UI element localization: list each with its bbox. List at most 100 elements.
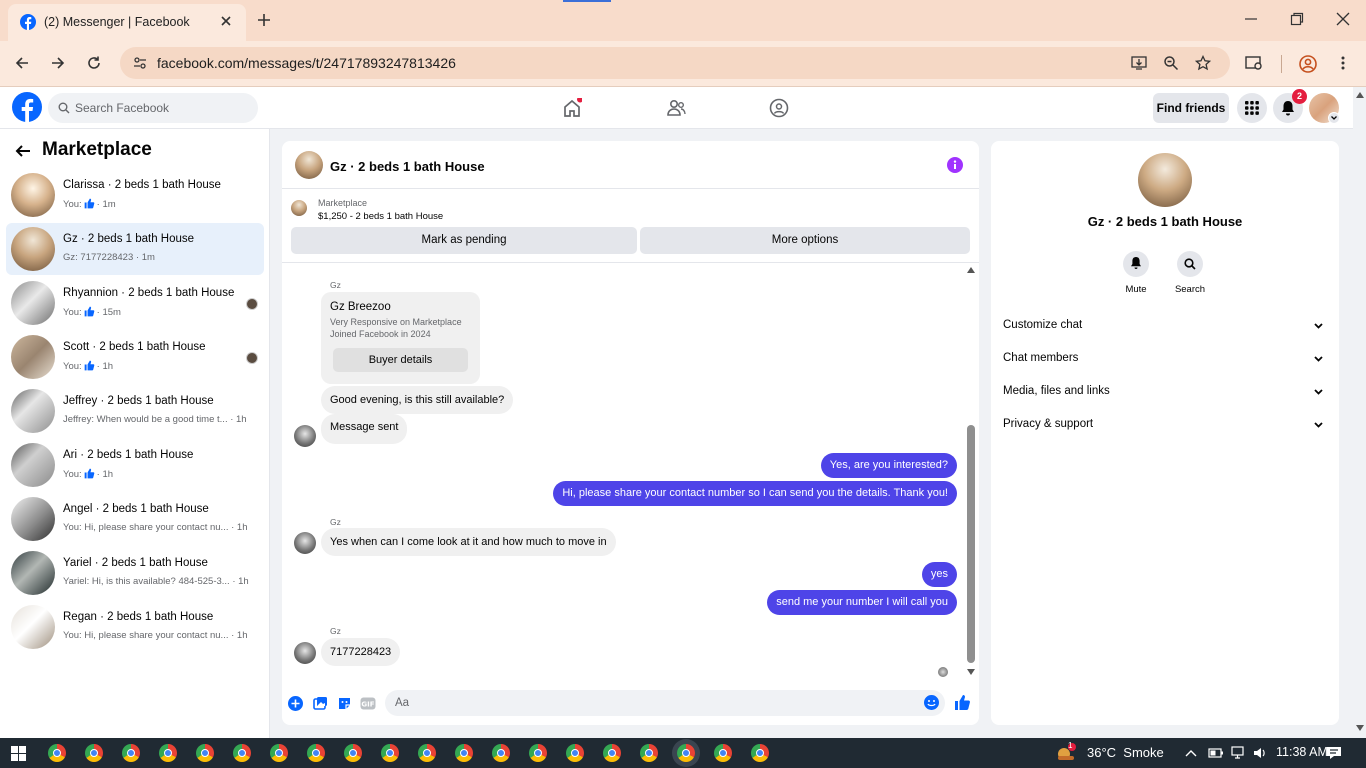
home-icon[interactable] <box>562 98 582 118</box>
chrome-taskbar-icon[interactable] <box>566 744 584 762</box>
search-conversation-button[interactable] <box>1177 251 1203 277</box>
reload-icon[interactable] <box>86 55 102 71</box>
restore-icon[interactable] <box>1290 12 1304 26</box>
bookmark-star-icon[interactable] <box>1195 55 1211 71</box>
chrome-taskbar-icon[interactable] <box>751 744 769 762</box>
chrome-taskbar-icon[interactable] <box>307 744 325 762</box>
conversation-item[interactable]: Angel · 2 beds 1 bath House You: Hi, plea… <box>6 493 264 545</box>
info-section-row[interactable]: Privacy & support <box>1003 415 1328 435</box>
chrome-taskbar-icon[interactable] <box>455 744 473 762</box>
listing-title[interactable]: $1,250 - 2 beds 1 bath House <box>318 211 443 222</box>
mute-button[interactable] <box>1123 251 1149 277</box>
conversation-item[interactable]: Regan · 2 beds 1 bath House You: Hi, plea… <box>6 601 264 653</box>
browser-tab[interactable]: (2) Messenger | Facebook <box>8 4 246 41</box>
forward-arrow-icon[interactable] <box>50 55 66 71</box>
network-icon[interactable] <box>1231 746 1247 760</box>
conversation-item[interactable]: Yariel · 2 beds 1 bath House Yariel: Hi, … <box>6 547 264 599</box>
info-section-row[interactable]: Chat members <box>1003 349 1328 369</box>
message-input[interactable]: Aa <box>385 690 945 716</box>
sticker-icon[interactable] <box>337 696 352 711</box>
chrome-taskbar-icon[interactable] <box>418 744 436 762</box>
friends-icon[interactable] <box>666 98 686 118</box>
more-options-button[interactable]: More options <box>640 227 970 254</box>
photo-icon[interactable] <box>313 696 328 711</box>
avatar[interactable] <box>1309 93 1340 124</box>
chrome-taskbar-icon[interactable] <box>603 744 621 762</box>
battery-icon[interactable] <box>1208 747 1224 759</box>
chrome-taskbar-icon[interactable] <box>270 744 288 762</box>
page-scrollbar[interactable] <box>1353 87 1366 738</box>
mark-as-pending-button[interactable]: Mark as pending <box>291 227 637 254</box>
info-section-row[interactable]: Customize chat <box>1003 316 1328 336</box>
sender-avatar[interactable] <box>294 425 316 447</box>
browser-menu-icon[interactable] <box>1336 55 1350 71</box>
conversation-preview: Jeffrey: When would be a good time t... … <box>63 414 247 425</box>
chrome-taskbar-icon[interactable] <box>196 744 214 762</box>
conversation-item[interactable]: Ari · 2 beds 1 bath House You: · 1h <box>6 439 264 491</box>
close-tab-icon[interactable] <box>218 13 234 29</box>
account-chevron-icon[interactable] <box>1328 112 1340 124</box>
gif-icon[interactable]: GIF <box>360 696 376 711</box>
conversation-item[interactable]: Jeffrey · 2 beds 1 bath House Jeffrey: Wh… <box>6 385 264 437</box>
install-app-icon[interactable] <box>1131 55 1147 71</box>
scrollbar-thumb[interactable] <box>967 425 975 663</box>
weather-icon[interactable] <box>1055 743 1077 763</box>
chrome-taskbar-icon[interactable] <box>677 744 695 762</box>
sender-avatar[interactable] <box>294 532 316 554</box>
chrome-taskbar-icon[interactable] <box>344 744 362 762</box>
scroll-down-icon[interactable] <box>967 669 975 675</box>
facebook-logo-icon[interactable] <box>12 92 42 122</box>
volume-icon[interactable] <box>1253 746 1267 760</box>
search-action[interactable]: Search <box>1165 251 1215 295</box>
plus-circle-icon[interactable] <box>288 696 303 711</box>
conversation-item[interactable]: Clarissa · 2 beds 1 bath House You: · 1m <box>6 169 264 221</box>
chrome-taskbar-icon[interactable] <box>48 744 66 762</box>
conversation-item[interactable]: Gz · 2 beds 1 bath House Gz: 7177228423 ·… <box>6 223 264 275</box>
info-icon[interactable] <box>947 157 963 173</box>
chrome-taskbar-icon[interactable] <box>640 744 658 762</box>
chrome-taskbar-icon[interactable] <box>714 744 732 762</box>
scroll-up-icon[interactable] <box>1356 92 1364 98</box>
scroll-down-icon[interactable] <box>1356 725 1364 731</box>
close-window-icon[interactable] <box>1336 12 1350 26</box>
mute-action[interactable]: Mute <box>1111 251 1161 295</box>
chat-title[interactable]: Gz · 2 beds 1 bath House <box>330 159 485 174</box>
new-tab-icon[interactable] <box>256 12 272 28</box>
back-arrow-icon[interactable] <box>15 143 31 159</box>
back-arrow-icon[interactable] <box>14 55 30 71</box>
windows-start-icon[interactable] <box>11 746 26 761</box>
chrome-taskbar-icon[interactable] <box>492 744 510 762</box>
reading-list-icon[interactable] <box>1245 55 1263 71</box>
listing-thumbnail[interactable] <box>291 200 307 216</box>
address-bar[interactable]: facebook.com/messages/t/2471789324781342… <box>120 47 1230 79</box>
sender-avatar[interactable] <box>294 642 316 664</box>
chat-scrollbar[interactable] <box>966 263 976 683</box>
weather-text[interactable]: 36°C Smoke <box>1087 745 1164 760</box>
zoom-icon[interactable] <box>1163 55 1179 71</box>
chat-avatar[interactable] <box>295 151 323 179</box>
site-settings-icon[interactable] <box>133 56 147 70</box>
profile-icon[interactable] <box>1299 55 1317 73</box>
chevron-up-icon[interactable] <box>1185 748 1197 758</box>
chrome-taskbar-icon[interactable] <box>233 744 251 762</box>
buyer-details-button[interactable]: Buyer details <box>333 348 468 372</box>
info-avatar[interactable] <box>1138 153 1192 207</box>
emoji-icon[interactable] <box>924 695 939 710</box>
chrome-taskbar-icon[interactable] <box>381 744 399 762</box>
chrome-taskbar-icon[interactable] <box>122 744 140 762</box>
like-thumb-icon[interactable] <box>954 694 971 711</box>
conversation-item[interactable]: Scott · 2 beds 1 bath House You: · 1h <box>6 331 264 383</box>
facebook-search-input[interactable]: Search Facebook <box>48 93 258 123</box>
chrome-taskbar-icon[interactable] <box>529 744 547 762</box>
find-friends-button[interactable]: Find friends <box>1153 93 1229 123</box>
info-section-row[interactable]: Media, files and links <box>1003 382 1328 402</box>
minimize-icon[interactable] <box>1244 12 1258 26</box>
conversation-item[interactable]: Rhyannion · 2 beds 1 bath House You: · 15m <box>6 277 264 329</box>
chrome-taskbar-icon[interactable] <box>159 744 177 762</box>
menu-button[interactable] <box>1237 93 1267 123</box>
groups-icon[interactable] <box>769 98 789 118</box>
clock[interactable]: 11:38 AM <box>1276 745 1328 759</box>
notification-center-icon[interactable] <box>1326 746 1342 760</box>
chrome-taskbar-icon[interactable] <box>85 744 103 762</box>
scroll-up-icon[interactable] <box>967 267 975 273</box>
